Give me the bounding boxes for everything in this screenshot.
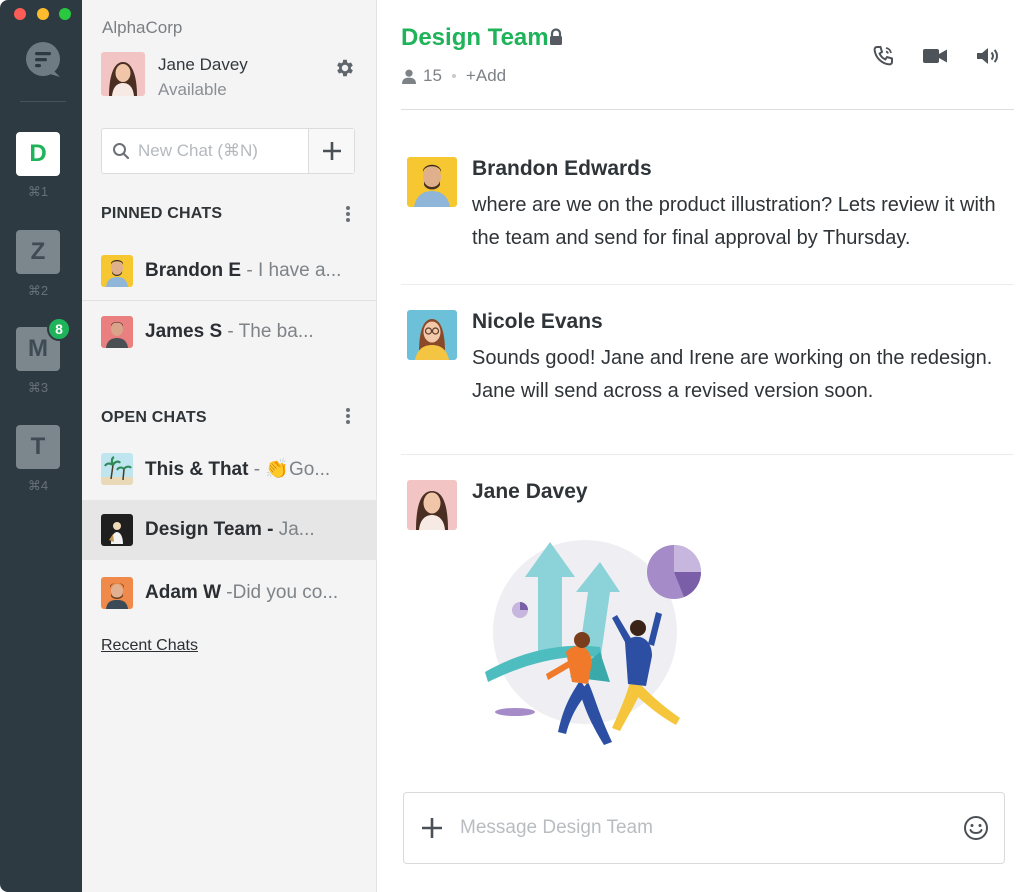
message-text: Sounds good! Jane and Irene are working … [472, 347, 993, 402]
workspace-m-shortcut: ⌘3 [27, 380, 49, 395]
plus-icon [422, 818, 442, 838]
current-user-status[interactable]: Available [158, 80, 227, 100]
workspace-z-shortcut: ⌘2 [27, 283, 49, 298]
current-user-name: Jane Davey [158, 55, 248, 74]
room-members: 15 +Add [401, 66, 506, 86]
chat-sidebar: AlphaCorp Jane Davey Available New Chat … [82, 0, 377, 892]
chat-bubble-icon [26, 42, 60, 77]
message-divider [401, 454, 1014, 455]
chat-item-name: Brandon E [145, 259, 242, 281]
emoji-button[interactable] [948, 793, 1004, 863]
chat-main-panel: Design Team 15 +Add Brandon Edwards wher… [377, 0, 1024, 892]
add-member-link[interactable]: +Add [466, 66, 506, 86]
avatar[interactable] [407, 157, 457, 207]
attach-button[interactable] [404, 793, 460, 863]
member-count[interactable]: 15 [423, 66, 442, 86]
chat-item-design-team[interactable]: Design Team - Ja... [82, 500, 377, 560]
message-input[interactable] [460, 817, 948, 839]
message-author[interactable]: Jane Davey [472, 480, 588, 504]
chat-item-name: James S [145, 321, 223, 342]
message-author[interactable]: Nicole Evans [472, 310, 603, 334]
new-chat-field [102, 129, 308, 173]
zoom-window-button[interactable] [59, 8, 71, 20]
workspace-z-button[interactable]: Z [16, 230, 60, 274]
new-chat-bar [101, 128, 355, 174]
open-chats-menu-button[interactable] [344, 406, 352, 426]
chat-item-preview: - The ba... [222, 321, 314, 342]
avatar [101, 514, 133, 546]
search-icon [113, 143, 130, 160]
workspace-d-shortcut: ⌘1 [27, 184, 49, 199]
rail-divider [20, 101, 66, 102]
avatar [101, 316, 133, 348]
avatar[interactable] [407, 310, 457, 360]
chat-item-preview: - I have a... [241, 259, 342, 281]
chat-item-name: This & That [145, 459, 249, 480]
lock-icon [550, 28, 562, 45]
room-title: Design Team [401, 24, 549, 51]
speaker-icon[interactable] [975, 44, 1001, 68]
close-window-button[interactable] [14, 8, 26, 20]
phone-icon[interactable] [871, 44, 897, 68]
workspace-t-button[interactable]: T [16, 425, 60, 469]
chat-item-preview: Ja... [278, 519, 315, 540]
workspace-t-shortcut: ⌘4 [27, 478, 49, 493]
chat-item-adam[interactable]: Adam W -Did you co... [82, 563, 377, 623]
recent-chats-link[interactable]: Recent Chats [101, 637, 198, 655]
chat-item-name: Adam W [145, 582, 221, 603]
chat-item-brandon[interactable]: Brandon E - I have a... [82, 241, 377, 301]
message-author[interactable]: Brandon Edwards [472, 157, 652, 181]
avatar [101, 254, 133, 287]
smiley-icon [964, 816, 988, 840]
org-name: AlphaCorp [102, 18, 183, 37]
avatar[interactable] [407, 480, 457, 530]
message-text: where are we on the product illustration… [472, 194, 996, 249]
message-composer [403, 792, 1005, 864]
chat-item-james[interactable]: James S - The ba... [82, 302, 377, 362]
pinned-chats-title: PINNED CHATS [101, 205, 223, 222]
growth-illustration-image[interactable] [480, 532, 710, 752]
workspace-rail: D ⌘1 Z ⌘2 M 8 ⌘3 T ⌘4 [0, 0, 82, 892]
minimize-window-button[interactable] [37, 8, 49, 20]
open-chats-title: OPEN CHATS [101, 409, 207, 426]
chat-item-preview: -Did you co... [221, 582, 339, 603]
chat-item-this-and-that[interactable]: This & That - 👏Go... [82, 439, 377, 499]
header-divider [401, 109, 1014, 110]
message-divider [401, 284, 1014, 285]
avatar [101, 577, 133, 609]
person-icon [402, 69, 416, 84]
chat-item-preview: - 👏Go... [248, 459, 331, 480]
new-chat-input[interactable] [138, 141, 298, 161]
app-window: D ⌘1 Z ⌘2 M 8 ⌘3 T ⌘4 AlphaCorp Jane Dav… [0, 0, 1024, 892]
new-chat-button[interactable] [308, 129, 354, 173]
avatar [101, 453, 133, 485]
gear-icon[interactable] [334, 57, 356, 79]
video-camera-icon[interactable] [922, 44, 948, 68]
chat-item-name: Design Team - [145, 519, 279, 540]
avatar[interactable] [101, 52, 145, 96]
plus-icon [322, 142, 341, 160]
workspace-d-button[interactable]: D [16, 132, 60, 176]
pinned-chats-menu-button[interactable] [344, 204, 352, 224]
unread-badge: 8 [47, 317, 71, 341]
